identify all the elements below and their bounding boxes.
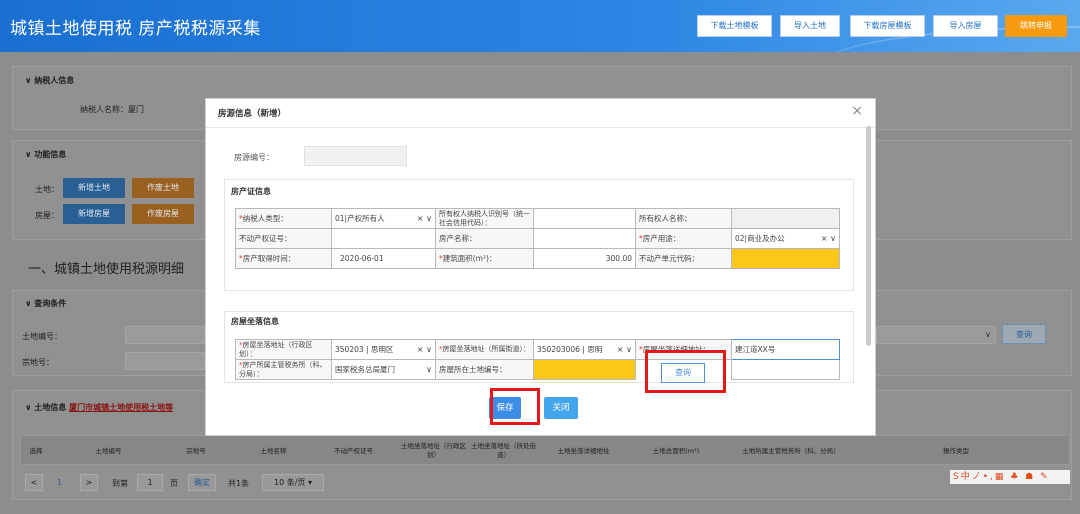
th-select: 选择 <box>29 446 43 455</box>
modal-divider <box>206 127 875 128</box>
owner-tax-id-label: 所有权人纳税人识别号（统一社会信用代码）： <box>435 208 534 229</box>
parcel-no-label: 宗地号： <box>22 358 54 367</box>
void-house-button[interactable]: 作废房屋 <box>132 204 194 224</box>
building-area-input[interactable]: 300.00 <box>533 248 636 269</box>
query-select[interactable] <box>876 326 996 344</box>
th-parcel-no: 宗地号 <box>186 446 206 455</box>
owner-tax-id-input[interactable] <box>533 208 636 229</box>
pager-current-page[interactable]: 1 <box>57 478 62 487</box>
query-section-title: ∨ 查询条件 <box>25 299 67 308</box>
ime-toolbar[interactable]: S中ノ•,▦ ♣ ☗ ✎ <box>950 470 1070 484</box>
clear-and-chevron-icon: × ∨ <box>416 345 432 354</box>
highlight-save-box <box>490 388 540 425</box>
modal-scrollbar[interactable] <box>866 126 871 346</box>
unit-code-label: 不动产单元代码： <box>635 248 732 269</box>
land-label: 土地： <box>35 185 59 194</box>
chevron-down-icon: ∨ <box>426 365 432 374</box>
highlight-query-box <box>645 350 726 393</box>
th-land-name: 土地名称 <box>260 446 287 455</box>
pager-confirm-button[interactable]: 确定 <box>188 474 216 491</box>
owner-name-label: 所有权人名称： <box>635 208 732 229</box>
pager-total: 共1条 <box>228 479 250 488</box>
empty-cell <box>731 359 840 380</box>
house-no-label: 房源编号： <box>234 153 274 162</box>
land-no-on-house-label: 房屋所在土地编号： <box>435 359 534 380</box>
property-use-select[interactable]: 02|商业及办公 × ∨ <box>731 228 840 249</box>
house-source-modal: 房源信息（新增） × 房源编号： 房产证信息 *纳税人类型： 01|产权所有人 ×… <box>205 98 876 436</box>
close-icon[interactable]: × <box>851 103 863 119</box>
th-land-street: 土地坐落地址（所处街道） <box>471 442 536 459</box>
pager-goto-input[interactable]: 1 <box>137 474 163 491</box>
download-house-template-button[interactable]: 下载房屋模板 <box>850 15 925 37</box>
detail-address-input[interactable]: 建江道XX号 <box>731 339 840 360</box>
district-select[interactable]: 350203 | 思明区 × ∨ <box>331 339 436 360</box>
th-land-address: 土地坐落详细地址 <box>557 446 610 455</box>
acquire-date-label: *房产取得时间： <box>235 248 332 269</box>
property-cert-input[interactable] <box>331 228 436 249</box>
property-use-label: *房产用途： <box>635 228 732 249</box>
taxpayer-type-select[interactable]: 01|产权所有人 × ∨ <box>331 208 436 229</box>
property-name-label: 房产名称： <box>435 228 534 249</box>
import-land-button[interactable]: 导入土地 <box>780 15 840 37</box>
taxpayer-section-title: ∨ 纳税人信息 <box>25 76 75 85</box>
taxpayer-name-label: 纳税人名称：厦门 <box>80 105 144 114</box>
clear-and-chevron-icon: × ∨ <box>416 214 432 223</box>
street-label: *房屋坐落地址（所属街道）： <box>435 339 534 360</box>
chevron-down-icon: ∨ <box>985 330 991 339</box>
pager-next-button[interactable]: > <box>80 474 98 491</box>
house-label: 房屋： <box>35 211 59 220</box>
pager-goto-label: 到第 <box>112 479 128 488</box>
land-grade-link[interactable]: 厦门市城镇土地使用税土地等 <box>69 403 173 412</box>
cert-table: *纳税人类型： 01|产权所有人 × ∨ 所有权人纳税人识别号（统一社会信用代码）… <box>235 208 840 269</box>
th-land-district: 土地坐落地址（行政区划） <box>401 442 466 459</box>
location-table: *房屋坐落地址（行政区划）： 350203 | 思明区 × ∨ *房屋坐落地址（所… <box>235 339 840 380</box>
app-header: 城镇土地使用税 房产税税源采集 下载土地模板 导入土地 下载房屋模板 导入房屋 … <box>0 0 1080 52</box>
unit-code-input[interactable] <box>731 248 840 269</box>
street-select[interactable]: 350203006 | 思明 × ∨ <box>533 339 636 360</box>
land-info-section-title: ∨ 土地信息 厦门市城镇土地使用税土地等 <box>25 403 174 412</box>
download-land-template-button[interactable]: 下载土地模板 <box>697 15 772 37</box>
property-name-input[interactable] <box>533 228 636 249</box>
land-no-on-house-input[interactable] <box>533 359 636 380</box>
page-title: 城镇土地使用税 房产税税源采集 <box>10 19 261 39</box>
import-house-button[interactable]: 导入房屋 <box>933 15 998 37</box>
function-section-title: ∨ 功能信息 <box>25 150 67 159</box>
th-land-no: 土地编号 <box>95 446 122 455</box>
background-query-button[interactable]: 查询 <box>1002 324 1046 344</box>
pager-page-unit: 页 <box>170 479 178 488</box>
th-land-tax-office: 土地所属主管税务所（科、分局） <box>742 446 840 455</box>
jump-to-declare-button[interactable]: 跳转申报 <box>1005 15 1067 37</box>
property-cert-label: 不动产权证号： <box>235 228 332 249</box>
owner-name-input[interactable] <box>731 208 840 229</box>
district-label: *房屋坐落地址（行政区划）： <box>235 339 332 360</box>
th-operation-type: 操作类型 <box>943 446 969 455</box>
land-no-input[interactable] <box>125 326 205 344</box>
void-land-button[interactable]: 作废土地 <box>132 178 194 198</box>
add-land-button[interactable]: 新增土地 <box>63 178 125 198</box>
th-land-area: 土地总面积(m²) <box>652 446 700 455</box>
building-area-label: *建筑面积(m²)： <box>435 248 534 269</box>
taxpayer-type-label: *纳税人类型： <box>235 208 332 229</box>
th-property-cert: 不动产权证号 <box>334 446 373 455</box>
add-house-button[interactable]: 新增房屋 <box>63 204 125 224</box>
location-section-title: 房屋坐落信息 <box>231 317 279 326</box>
land-tax-section-heading: 一、城镇土地使用税源明细 <box>28 262 185 277</box>
modal-title: 房源信息（新增） <box>218 109 287 119</box>
pager-per-page-select[interactable]: 10 条/页 ▾ <box>262 474 324 491</box>
tax-office-label: *房产所属主管税务所（科、分局）： <box>235 359 332 380</box>
pager-prev-button[interactable]: < <box>25 474 43 491</box>
parcel-no-input[interactable] <box>125 352 205 370</box>
clear-and-chevron-icon: × ∨ <box>820 234 836 243</box>
cert-section-title: 房产证信息 <box>231 187 271 196</box>
land-table-header: 选择 土地编号 宗地号 土地名称 不动产权证号 土地坐落地址（行政区划） 土地坐… <box>20 435 1070 465</box>
acquire-date-input[interactable]: 2020-06-01 <box>331 248 436 269</box>
house-no-input[interactable] <box>304 146 407 166</box>
tax-office-select[interactable]: 国家税务总局厦门 ∨ <box>331 359 436 380</box>
close-button[interactable]: 关闭 <box>544 397 578 419</box>
clear-and-chevron-icon: × ∨ <box>616 345 632 354</box>
land-no-label: 土地编号： <box>22 332 62 341</box>
